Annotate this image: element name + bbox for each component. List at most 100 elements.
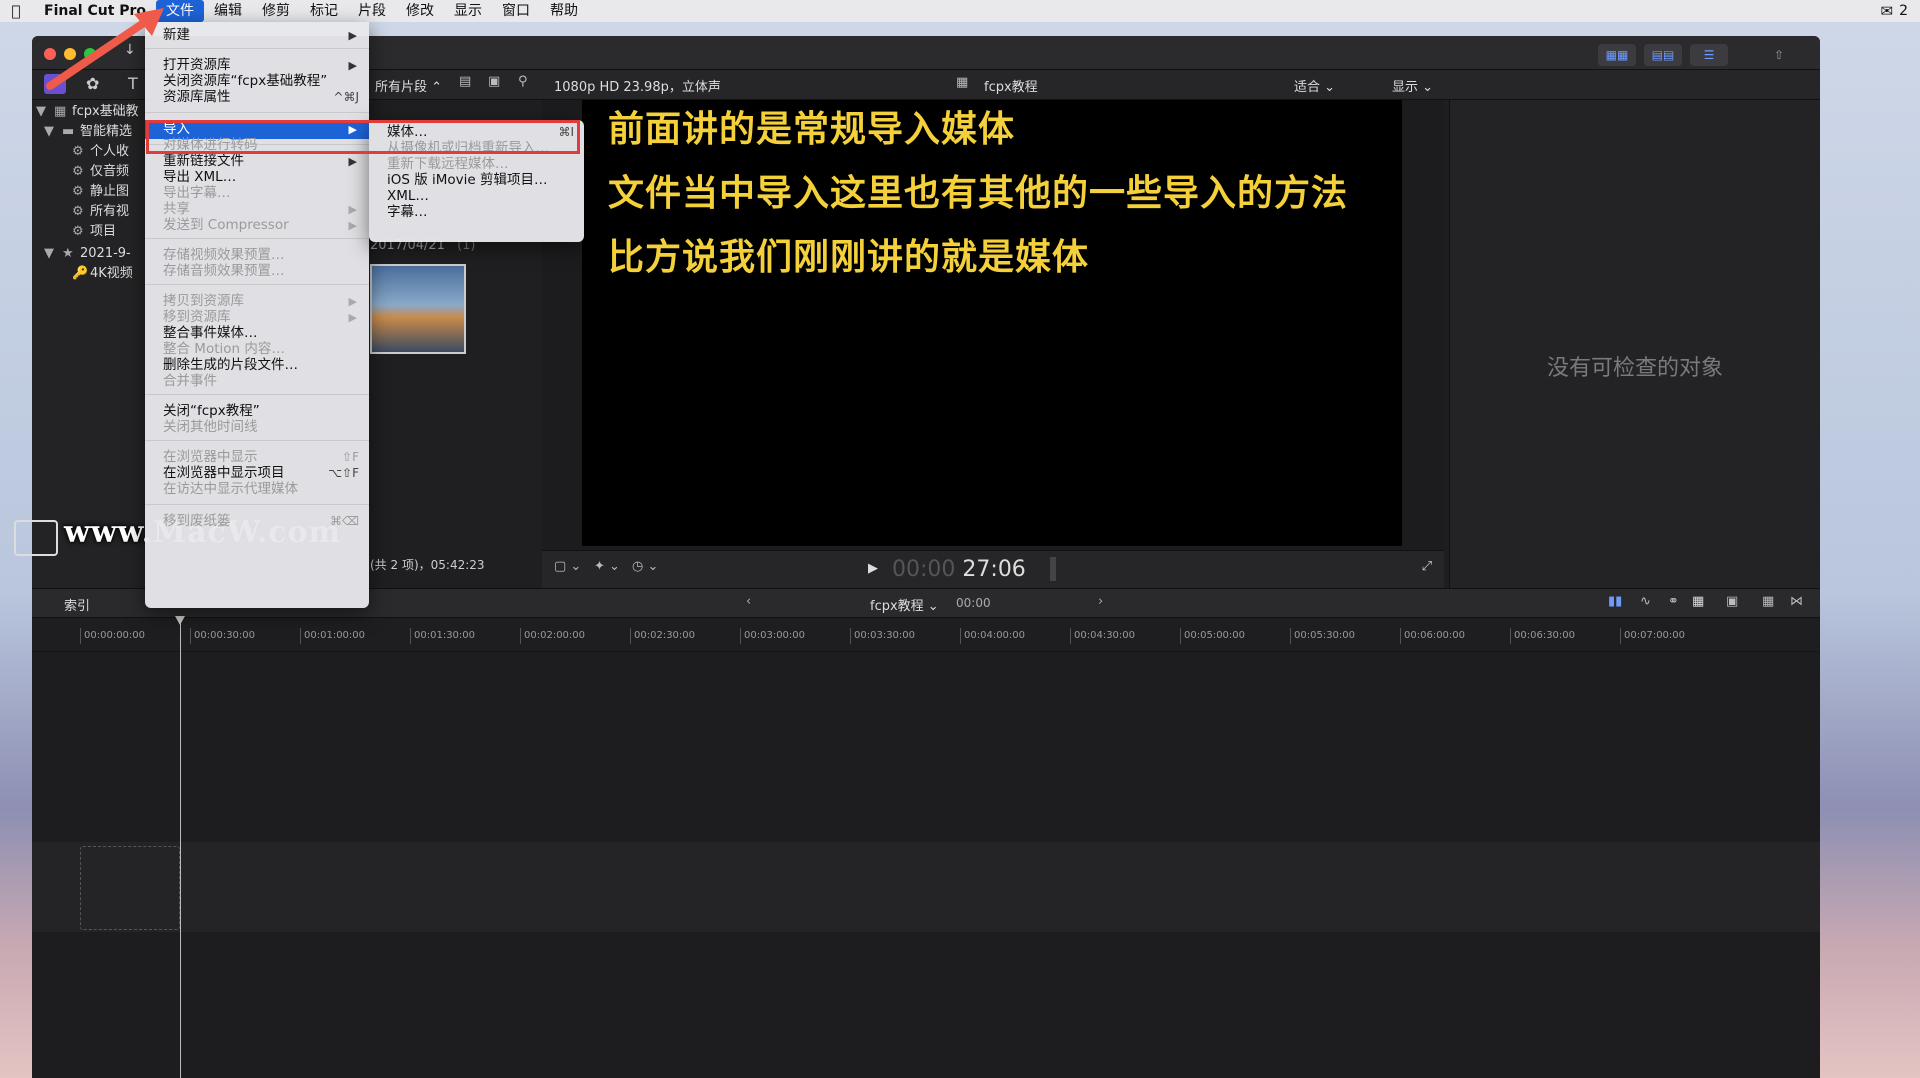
menu-item-label: 删除生成的片段文件… xyxy=(163,357,298,373)
apple-logo-icon[interactable]:  xyxy=(0,2,32,20)
file-menu-item: 发送到 Compressor ▶ xyxy=(145,216,369,235)
clip-appearance-timeline-icon[interactable]: ▣ xyxy=(1726,594,1738,609)
retime-tool-icon[interactable]: ◷ ⌄ xyxy=(632,559,658,574)
audio-skimming-icon[interactable]: ∿ xyxy=(1640,594,1651,609)
menu-window[interactable]: 窗口 xyxy=(492,0,540,22)
keyword-icon: 🔑 xyxy=(72,266,89,281)
play-button[interactable]: ▶ xyxy=(868,561,878,576)
file-menu-item[interactable]: 新建 ▶ xyxy=(145,26,369,45)
submenu-arrow-icon: ▶ xyxy=(348,219,357,232)
ruler-tick: 00:05:00:00 xyxy=(1179,628,1246,644)
disclosure-triangle-icon[interactable]: ▼ xyxy=(44,122,62,142)
menu-item-label: 从摄像机或归档重新导入… xyxy=(387,140,549,156)
menu-trim[interactable]: 修剪 xyxy=(252,0,300,22)
viewer-project-name: fcpx教程 xyxy=(984,80,1038,95)
clip-thumbnail[interactable] xyxy=(370,264,466,354)
clip-appearance-icon[interactable]: ▤ xyxy=(459,74,471,89)
disclosure-triangle-icon[interactable]: ▼ xyxy=(44,244,62,264)
sidebar-item-projects[interactable]: ⚙ 项目 xyxy=(72,222,116,242)
zoom-fit-dropdown[interactable]: 适合 ⌄ xyxy=(1294,76,1335,95)
timecode-value: 27:06 xyxy=(962,557,1026,582)
subtitle-line: 比方说我们刚刚讲的就是媒体 xyxy=(608,237,1090,278)
menu-item-label: 资源库属性 xyxy=(163,89,231,105)
library-row[interactable]: ▼ ▦ fcpx基础教 xyxy=(36,102,139,122)
menu-help[interactable]: 帮助 xyxy=(540,0,588,22)
smart-collections-row[interactable]: ▼ ▬ 智能精选 xyxy=(44,122,132,142)
filmstrip-icon[interactable]: ▣ xyxy=(488,74,500,89)
empty-storyline-slot[interactable] xyxy=(80,846,180,930)
library-name: fcpx基础教 xyxy=(72,104,139,119)
transform-tool-icon[interactable]: ▢ ⌄ xyxy=(554,559,581,574)
wechat-icon[interactable]: ✉ xyxy=(1881,2,1894,20)
import-submenu-item[interactable]: 字幕… xyxy=(369,203,584,222)
fullscreen-icon[interactable]: ⤢ xyxy=(1422,559,1432,574)
index-button[interactable]: 索引 xyxy=(64,595,90,614)
clip-filter-dropdown[interactable]: 所有片段 ⌃ xyxy=(375,76,442,95)
sidebar-item-all-video[interactable]: ⚙ 所有视 xyxy=(72,202,129,222)
ruler-tick: 00:04:30:00 xyxy=(1069,628,1136,644)
timeline-area[interactable] xyxy=(32,652,1820,1078)
sidebar-item-favorites[interactable]: ⚙ 个人收 xyxy=(72,142,129,162)
ruler-tick: 00:06:30:00 xyxy=(1509,628,1576,644)
share-icon[interactable]: ⇧ xyxy=(1760,44,1798,66)
menu-view[interactable]: 显示 xyxy=(444,0,492,22)
file-menu-item[interactable]: 资源库属性 ^⌘J xyxy=(145,88,369,107)
menu-item-label: iOS 版 iMovie 剪辑项目… xyxy=(387,172,548,188)
browser-toggle-button[interactable]: ▦▦ xyxy=(1598,44,1636,66)
timecode-display[interactable]: 00:00 27:06 xyxy=(892,557,1026,582)
enhance-tool-icon[interactable]: ✦ ⌄ xyxy=(594,559,620,574)
timeline-back-icon[interactable]: ‹ xyxy=(746,594,751,609)
timeline-project-dropdown[interactable]: fcpx教程 ⌄ xyxy=(870,595,939,614)
search-icon[interactable]: ⚲ xyxy=(518,74,528,89)
viewer-toolbar: 1080p HD 23.98p，立体声 ▦ fcpx教程 适合 ⌄ 显示 ⌄ xyxy=(542,70,1820,100)
menu-mark[interactable]: 标记 xyxy=(300,0,348,22)
keyword-row[interactable]: 🔑 4K视频 xyxy=(72,264,133,284)
menu-item-label: 在浏览器中显示 xyxy=(163,449,258,465)
event-star-icon: ★ xyxy=(62,246,74,261)
viewer-canvas[interactable]: 前面讲的是常规导入媒体 文件当中导入这里也有其他的一些导入的方法 比方说我们刚刚… xyxy=(582,100,1402,546)
solo-icon[interactable]: ⚭ xyxy=(1668,594,1679,609)
folder-icon: ▬ xyxy=(62,124,75,139)
menu-item-label: 移到资源库 xyxy=(163,309,231,325)
menu-edit[interactable]: 编辑 xyxy=(204,0,252,22)
timeline-forward-icon[interactable]: › xyxy=(1098,594,1103,609)
menu-item-label: 媒体… xyxy=(387,124,428,140)
format-label: 1080p HD 23.98p，立体声 xyxy=(554,80,721,95)
file-menu-item: 存储音频效果预置… xyxy=(145,262,369,281)
file-menu-item: 移到废纸篓 ⌘⌫ xyxy=(145,512,369,531)
menu-item-label: 存储视频效果预置… xyxy=(163,247,285,263)
snapping-icon[interactable]: ▦ xyxy=(1692,594,1704,609)
menu-item-label: 整合事件媒体… xyxy=(163,325,258,341)
menu-shortcut: ⌘⌫ xyxy=(330,514,359,528)
menu-item-label: 打开资源库 xyxy=(163,57,231,73)
sidebar-item-label: 静止图 xyxy=(90,184,130,199)
disclosure-triangle-icon[interactable]: ▼ xyxy=(36,102,54,122)
menu-separator xyxy=(145,112,369,113)
menu-clip[interactable]: 片段 xyxy=(348,0,396,22)
timeline-ruler[interactable]: 00:00:00:00 00:00:30:00 00:01:00:00 00:0… xyxy=(32,618,1820,652)
sidebar-item-audio-only[interactable]: ⚙ 仅音频 xyxy=(72,162,129,182)
effects-browser-icon[interactable]: ▦ xyxy=(1762,594,1774,609)
menu-item-label: 合并事件 xyxy=(163,373,217,389)
display-label: 显示 xyxy=(1392,80,1419,95)
inspector-panel: 没有可检查的对象 xyxy=(1449,100,1820,588)
transitions-browser-icon[interactable]: ⋈ xyxy=(1790,594,1803,609)
primary-storyline[interactable] xyxy=(32,842,1820,932)
sidebar-item-stills[interactable]: ⚙ 静止图 xyxy=(72,182,129,202)
menu-separator xyxy=(145,394,369,395)
view-options-dropdown[interactable]: 显示 ⌄ xyxy=(1392,76,1433,95)
gear-icon: ⚙ xyxy=(72,184,84,199)
timeline-toggle-button[interactable]: ▤▤ xyxy=(1644,44,1682,66)
menu-modify[interactable]: 修改 xyxy=(396,0,444,22)
menu-item-label: 字幕… xyxy=(387,204,428,220)
skimming-icon[interactable]: ▮▮ xyxy=(1608,594,1622,609)
menu-item-label: 导出字幕… xyxy=(163,185,231,201)
inspector-toggle-button[interactable]: ☰ xyxy=(1690,44,1728,66)
ruler-tick: 00:02:00:00 xyxy=(519,628,586,644)
fit-label: 适合 xyxy=(1294,80,1321,95)
event-row[interactable]: ▼ ★ 2021-9- xyxy=(44,244,131,264)
menu-item-label: 关闭其他时间线 xyxy=(163,419,258,435)
wechat-count: 2 xyxy=(1899,3,1908,19)
playhead[interactable] xyxy=(175,616,185,1078)
timecode-dim: 00:00 xyxy=(892,557,956,582)
